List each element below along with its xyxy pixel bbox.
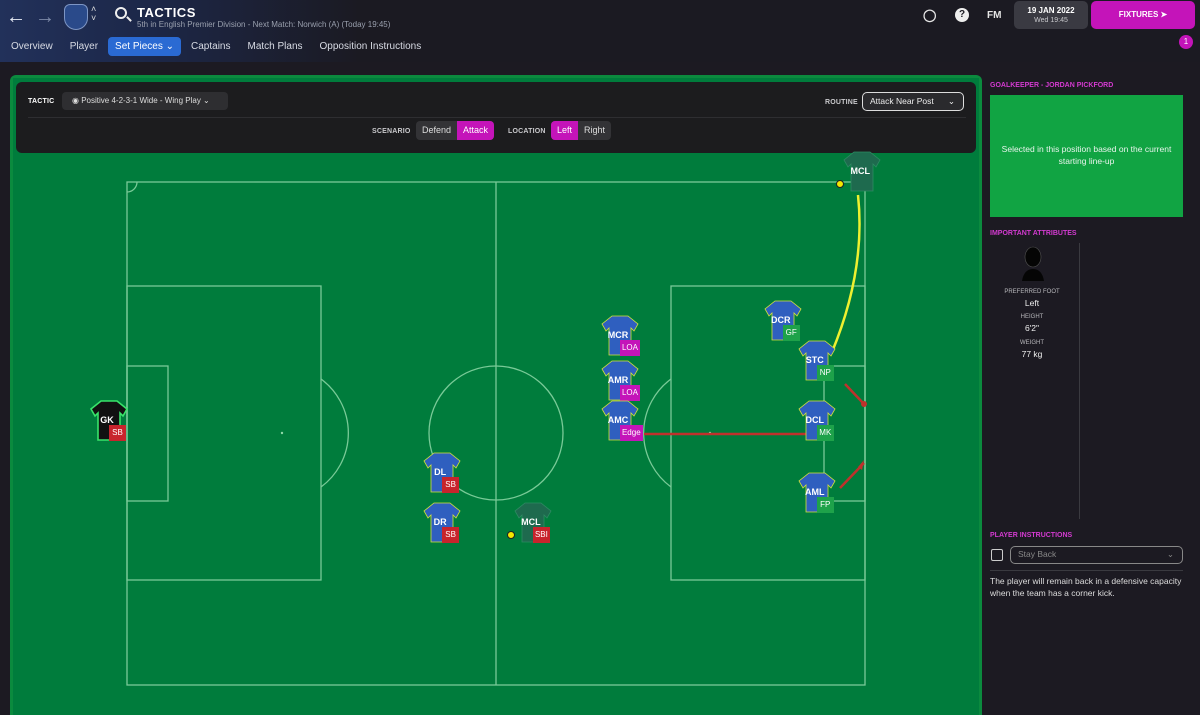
routine-dropdown[interactable]: Attack Near Post ⌄ bbox=[862, 92, 964, 111]
player-marker-dr[interactable]: DR SB bbox=[420, 501, 464, 547]
player-position-label: MCR bbox=[607, 330, 629, 341]
location-label: LOCATION bbox=[508, 128, 546, 135]
role-badge: SB bbox=[442, 477, 460, 494]
player-marker-mcl[interactable]: MCL SBI bbox=[506, 501, 555, 547]
role-badge: Edge bbox=[619, 425, 643, 441]
player-marker-amc[interactable]: AMC Edge bbox=[598, 399, 643, 445]
eye-icon: ◉ bbox=[72, 96, 79, 105]
height-label: HEIGHT bbox=[1020, 314, 1044, 320]
instruction-divider bbox=[990, 570, 1183, 571]
tactic-label: TACTIC bbox=[28, 98, 55, 105]
weight-label: WEIGHT bbox=[1020, 340, 1044, 346]
role-badge: FP bbox=[816, 497, 834, 514]
corner-delivery-path bbox=[830, 194, 861, 353]
scenario-defend-button[interactable]: Defend bbox=[416, 121, 457, 140]
player-position-label: DL bbox=[434, 467, 447, 478]
player-marker-dl[interactable]: DL SB bbox=[420, 451, 464, 497]
player-position-label: DR bbox=[433, 517, 447, 528]
stay-back-checkbox[interactable] bbox=[991, 549, 1003, 561]
instruction-dropdown[interactable]: Stay Back ⌄ bbox=[1010, 546, 1183, 564]
player-position-label: AMR bbox=[607, 375, 629, 386]
tactic-dropdown[interactable]: ◉ Positive 4-2-3-1 Wide - Wing Play ⌄ bbox=[62, 92, 228, 110]
player-position-label: STC bbox=[805, 355, 824, 366]
player-marker-dcl[interactable]: DCL MK bbox=[795, 399, 839, 445]
routine-value: Attack Near Post bbox=[870, 96, 934, 106]
instructions-header: PLAYER INSTRUCTIONS bbox=[990, 532, 1073, 539]
tactic-value: Positive 4-2-3-1 Wide - Wing Play bbox=[81, 96, 201, 105]
player-position-label: MCL bbox=[850, 166, 870, 176]
player-marker-gk[interactable]: GK SB bbox=[87, 399, 131, 445]
attributes-divider bbox=[1079, 243, 1080, 519]
role-badge: SBI bbox=[532, 527, 550, 544]
role-badge: NP bbox=[816, 365, 834, 382]
selection-note: Selected in this position based on the c… bbox=[990, 95, 1183, 217]
run-arrow-stc bbox=[844, 383, 865, 405]
location-left-button[interactable]: Left bbox=[551, 121, 579, 140]
player-marker-mcl[interactable]: MCL bbox=[836, 150, 884, 196]
location-right-button[interactable]: Right bbox=[578, 121, 611, 140]
role-badge: SB bbox=[442, 527, 460, 544]
player-marker-aml[interactable]: AML FP bbox=[795, 471, 839, 517]
player-marker-stc[interactable]: STC NP bbox=[795, 339, 839, 385]
player-silhouette-icon bbox=[1022, 246, 1044, 281]
player-position-label: GK bbox=[100, 415, 114, 425]
scenario-toggle: Defend Attack bbox=[416, 121, 495, 140]
preferred-foot-label: PREFERRED FOOT bbox=[1004, 289, 1060, 295]
player-position-label: DCL bbox=[805, 415, 825, 425]
scenario-label: SCENARIO bbox=[372, 128, 411, 135]
instruction-value: Stay Back bbox=[1018, 549, 1057, 559]
player-header: GOALKEEPER - JORDAN PICKFORD bbox=[990, 82, 1114, 89]
chevron-down-icon: ⌄ bbox=[947, 96, 955, 106]
height-value: 6'2" bbox=[1024, 323, 1040, 333]
role-badge: MK bbox=[816, 425, 834, 441]
player-position-label: MCL bbox=[521, 517, 541, 528]
role-badge: LOA bbox=[619, 340, 640, 357]
player-marker-mcr[interactable]: MCR LOA bbox=[598, 314, 642, 360]
role-badge: SB bbox=[109, 425, 126, 441]
location-toggle: Left Right bbox=[551, 121, 612, 140]
preferred-foot-value: Left bbox=[1024, 298, 1040, 308]
attributes-header: IMPORTANT ATTRIBUTES bbox=[990, 230, 1077, 237]
instruction-description: The player will remain back in a defensi… bbox=[990, 576, 1182, 598]
player-position-label: DCR bbox=[770, 315, 791, 326]
player-position-label: AMC bbox=[607, 415, 629, 425]
chevron-down-icon: ⌄ bbox=[1166, 549, 1174, 559]
ball-icon bbox=[506, 531, 515, 540]
weight-value: 77 kg bbox=[1021, 349, 1043, 359]
player-position-label: AML bbox=[805, 487, 825, 498]
panel-divider bbox=[28, 117, 966, 118]
chevron-down-icon: ⌄ bbox=[203, 96, 210, 105]
routine-label: ROUTINE bbox=[825, 99, 858, 106]
scenario-attack-button[interactable]: Attack bbox=[457, 121, 495, 140]
